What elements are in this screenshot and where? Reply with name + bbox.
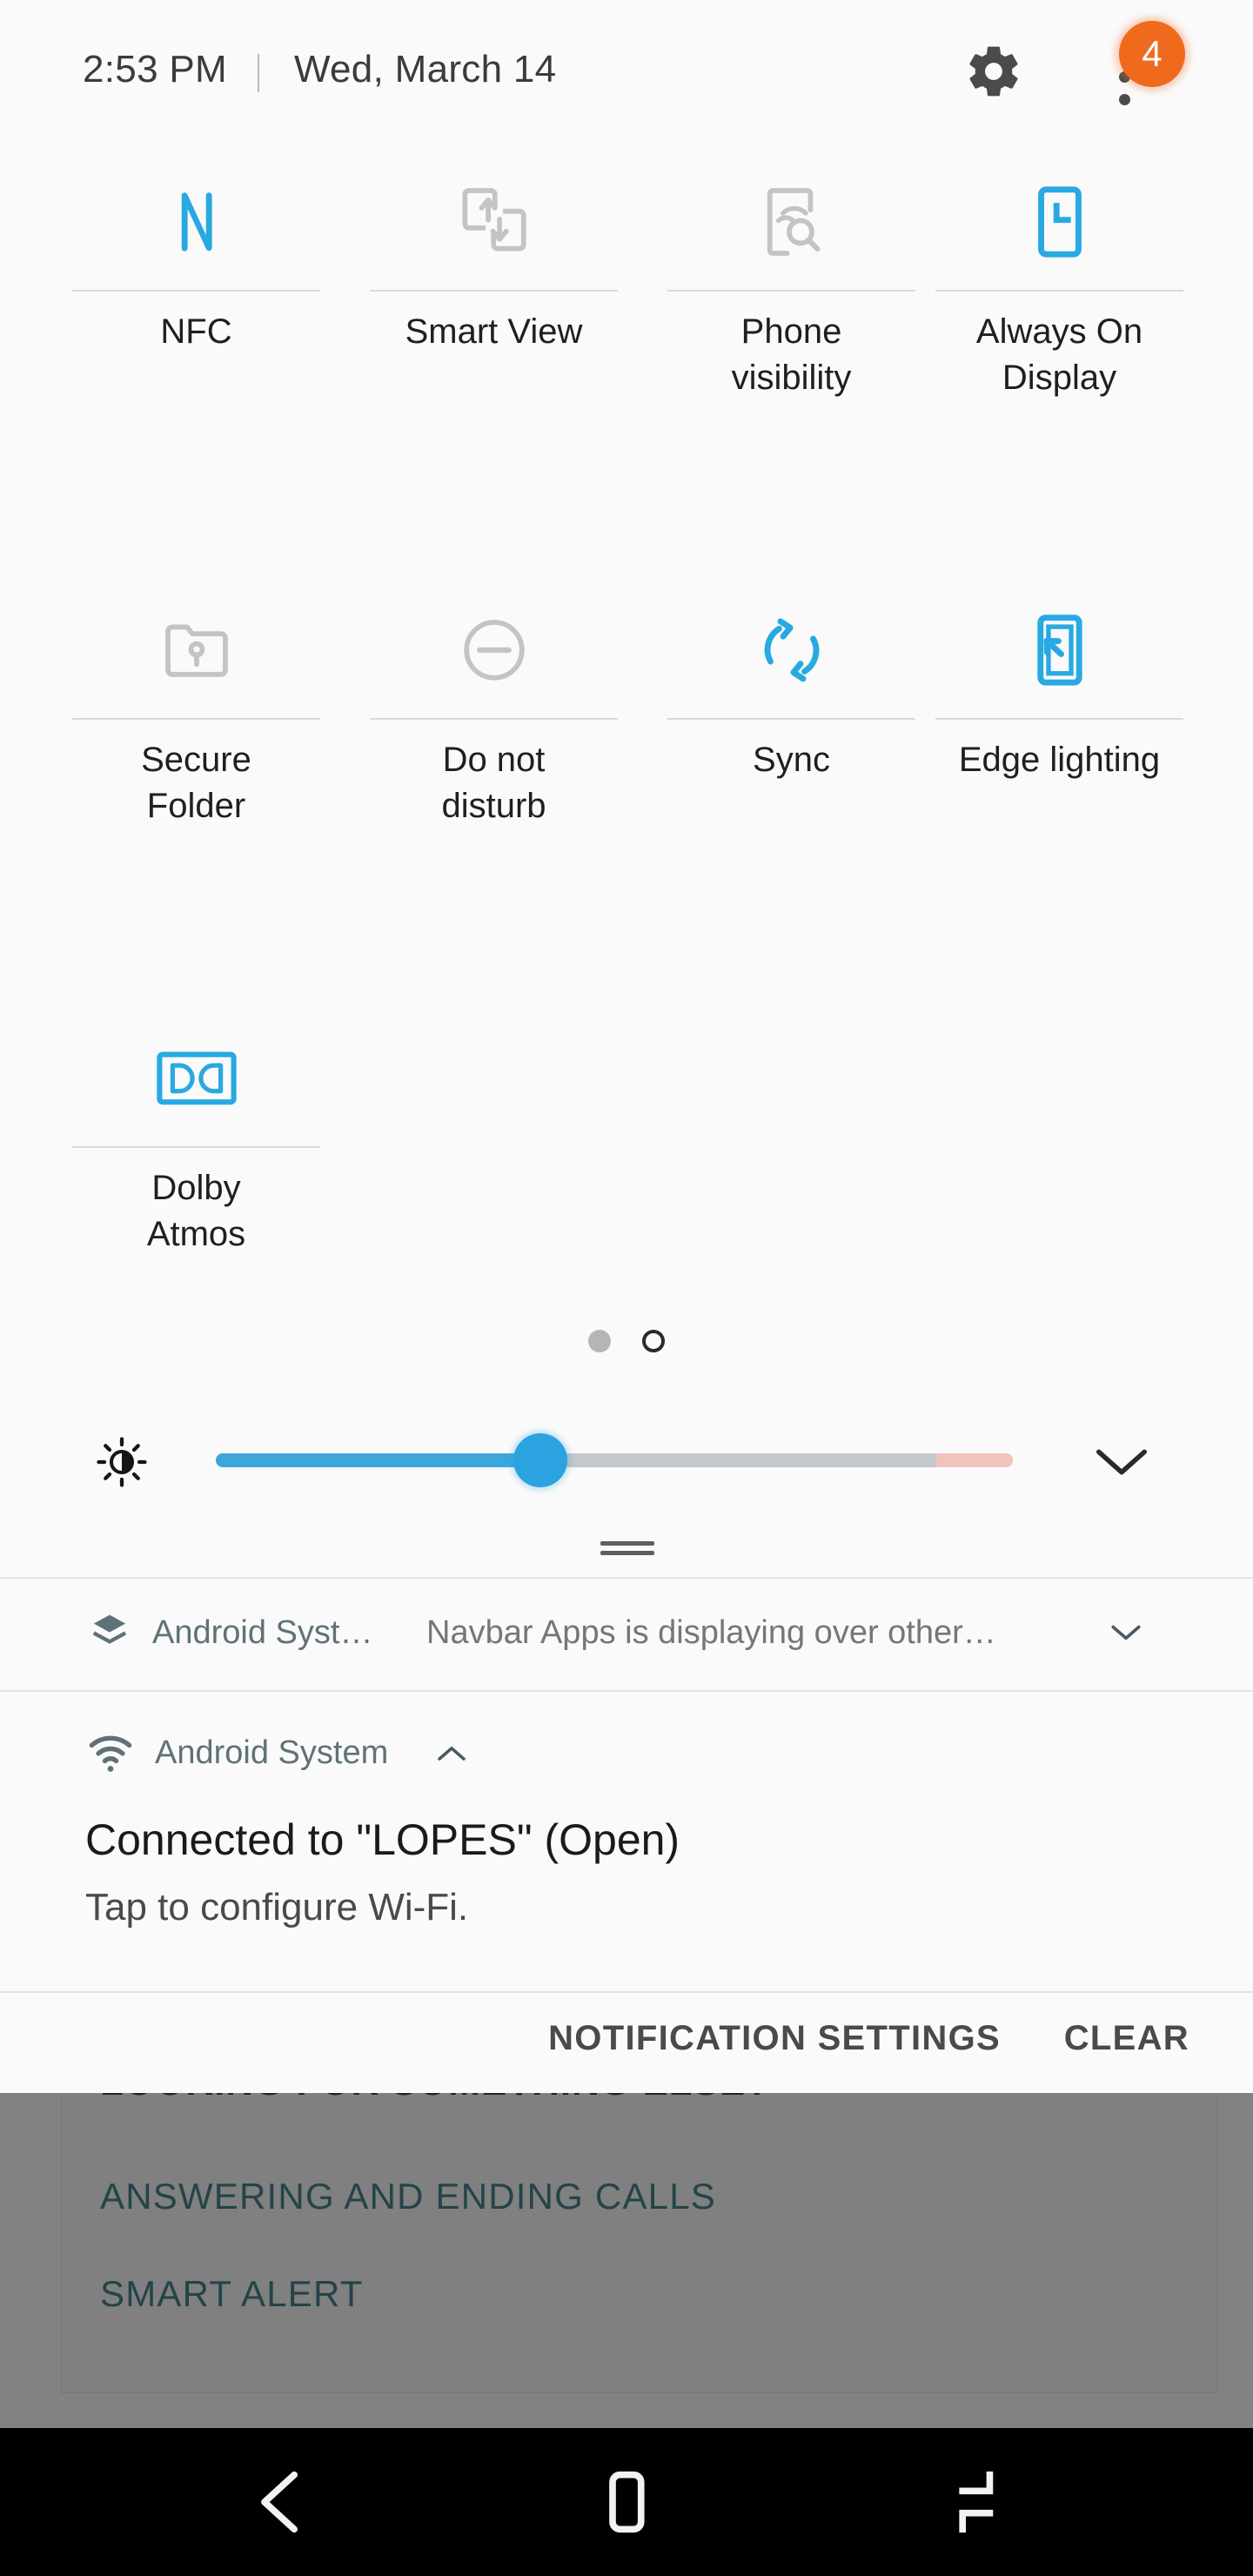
divider [0, 1577, 1253, 1579]
back-icon[interactable] [231, 2467, 326, 2537]
tile-divider [370, 290, 618, 292]
tile-divider [667, 718, 915, 720]
quick-settings-panel: 2:53 PM Wed, March 14 4 NFC Smart View P… [0, 0, 1253, 2093]
chevron-down-icon[interactable] [1091, 1440, 1152, 1484]
tile-label: NFC [160, 312, 232, 351]
chevron-down-icon[interactable] [1107, 1618, 1145, 1647]
tile-divider [935, 290, 1183, 292]
tile-divider [72, 1146, 320, 1148]
brightness-warning-zone [936, 1453, 1013, 1467]
tile-divider [72, 718, 320, 720]
recents-icon[interactable] [927, 2467, 1022, 2537]
tile-label: Smart View [405, 312, 583, 351]
dolby-atmos-icon [59, 1017, 333, 1139]
chevron-up-icon[interactable] [433, 1740, 470, 1768]
notification-summary: Navbar Apps is displaying over other… [426, 1614, 996, 1651]
smart-view-icon [357, 161, 631, 283]
tile-label: Always On Display [975, 312, 1143, 397]
page-dot-2[interactable] [642, 1330, 665, 1352]
status-header: 2:53 PM Wed, March 14 4 [0, 0, 1253, 157]
phone-visibility-icon [654, 161, 928, 283]
tile-label: Edge lighting [958, 741, 1161, 779]
clock-time: 2:53 PM [83, 48, 227, 91]
notification-app-name: Android System [155, 1734, 389, 1771]
brightness-slider[interactable] [216, 1453, 1013, 1467]
do-not-disturb-icon [357, 589, 631, 711]
secure-folder-icon [59, 589, 333, 711]
notification-count-badge[interactable]: 4 [1119, 21, 1185, 87]
tile-divider [72, 290, 320, 292]
tile-divider [370, 718, 618, 720]
tile-always-on-display[interactable]: Always On Display [922, 161, 1196, 397]
tile-dolby-atmos[interactable]: Dolby Atmos [59, 1017, 333, 1253]
clock-separator [258, 54, 259, 92]
quick-settings-tile-grid: NFC Smart View Phone visibility Always O… [0, 161, 1253, 1301]
tile-phone-visibility[interactable]: Phone visibility [654, 161, 928, 397]
tile-label: Do not disturb [441, 741, 546, 825]
notification-item[interactable]: Android Syst… Navbar Apps is displaying … [0, 1580, 1253, 1682]
tile-label: Sync [753, 741, 830, 779]
notification-title: Connected to "LOPES" (Open) [85, 1815, 680, 1864]
tile-smart-view[interactable]: Smart View [357, 161, 631, 379]
clock-date: Wed, March 14 [294, 48, 557, 91]
edge-lighting-icon [922, 589, 1196, 711]
nfc-icon [59, 161, 333, 283]
divider [0, 1690, 1253, 1692]
tile-label: Phone visibility [731, 312, 852, 397]
tile-divider [935, 718, 1183, 720]
notification-item[interactable]: Android System Connected to "LOPES" (Ope… [0, 1719, 1253, 1980]
drag-handle-bar [600, 1541, 654, 1546]
home-icon[interactable] [579, 2467, 674, 2537]
tile-do-not-disturb[interactable]: Do not disturb [357, 589, 631, 825]
brightness-row [0, 1414, 1253, 1510]
drag-handle-bar [600, 1551, 654, 1555]
background-dim-overlay [0, 2093, 1253, 2428]
notification-settings-button[interactable]: NOTIFICATION SETTINGS [548, 2019, 1001, 2058]
notification-actions: NOTIFICATION SETTINGS CLEAR [0, 1993, 1253, 2093]
tile-nfc[interactable]: NFC [59, 161, 333, 379]
page-indicator [0, 1330, 1253, 1352]
menu-dot [1119, 94, 1130, 105]
navigation-bar [0, 2428, 1253, 2576]
sync-icon [654, 589, 928, 711]
always-on-display-icon [922, 161, 1196, 283]
tile-divider [667, 290, 915, 292]
wifi-icon [87, 1731, 134, 1774]
layers-icon [87, 1610, 132, 1655]
page-dot-1[interactable] [588, 1330, 611, 1352]
tile-label: Secure Folder [141, 741, 251, 825]
tile-sync[interactable]: Sync [654, 589, 928, 807]
brightness-sun-icon [96, 1436, 148, 1488]
notification-body: Tap to configure Wi-Fi. [85, 1886, 469, 1929]
tile-label: Dolby Atmos [146, 1169, 246, 1253]
phone-screen: LOOKING FOR SOMETHING ELSE? ANSWERING AN… [0, 0, 1253, 2576]
brightness-slider-thumb[interactable] [513, 1433, 567, 1487]
tile-secure-folder[interactable]: Secure Folder [59, 589, 333, 825]
brightness-slider-fill [216, 1453, 538, 1467]
panel-drag-handle[interactable] [600, 1539, 654, 1558]
clear-button[interactable]: CLEAR [1064, 2019, 1189, 2058]
tile-edge-lighting[interactable]: Edge lighting [922, 589, 1196, 807]
gear-icon[interactable] [964, 42, 1023, 101]
notification-app-name: Android Syst… [152, 1614, 373, 1651]
